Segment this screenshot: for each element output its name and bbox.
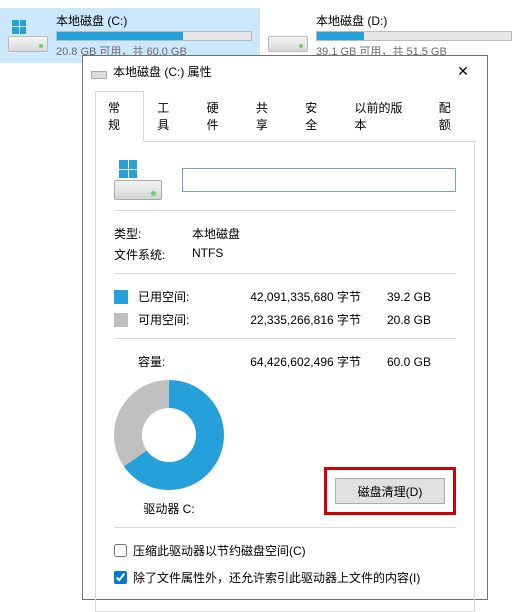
cleanup-highlight: 磁盘清理(D) <box>324 467 456 515</box>
drive-large-icon <box>114 160 162 200</box>
index-checkbox[interactable] <box>114 571 127 584</box>
drive-icon <box>91 63 107 79</box>
drive-icon <box>268 20 308 52</box>
used-label: 已用空间: <box>138 288 216 305</box>
used-gb: 39.2 GB <box>361 290 431 304</box>
tab-panel-general: 类型: 本地磁盘 文件系统: NTFS 已用空间: 42,091,335,680… <box>95 142 475 612</box>
disk-cleanup-button[interactable]: 磁盘清理(D) <box>335 478 445 504</box>
tab-hardware[interactable]: 硬件 <box>194 91 243 142</box>
compress-checkbox[interactable] <box>114 544 127 557</box>
tab-security[interactable]: 安全 <box>292 91 341 142</box>
tab-general[interactable]: 常规 <box>95 91 144 142</box>
used-swatch <box>114 290 128 304</box>
type-label: 类型: <box>114 225 192 242</box>
titlebar[interactable]: 本地磁盘 (C:) 属性 ✕ <box>83 56 487 86</box>
free-label: 可用空间: <box>138 311 216 328</box>
separator <box>114 210 456 211</box>
used-bytes: 42,091,335,680 字节 <box>216 288 361 305</box>
type-value: 本地磁盘 <box>192 225 240 242</box>
drive-name: 本地磁盘 (C:) <box>56 12 252 29</box>
index-checkbox-row[interactable]: 除了文件属性外，还允许索引此驱动器上文件的内容(I) <box>114 569 456 586</box>
usage-donut-chart <box>114 380 224 490</box>
drive-label-input[interactable] <box>182 168 456 192</box>
windows-flag-icon <box>119 160 137 178</box>
properties-dialog: 本地磁盘 (C:) 属性 ✕ 常规 工具 硬件 共享 安全 以前的版本 配额 类… <box>82 55 488 600</box>
tab-tools[interactable]: 工具 <box>144 91 193 142</box>
drive-letter-label: 驱动器 C: <box>143 500 194 517</box>
tabstrip: 常规 工具 硬件 共享 安全 以前的版本 配额 <box>95 90 475 142</box>
close-button[interactable]: ✕ <box>443 56 483 86</box>
capacity-label: 容量: <box>138 353 216 370</box>
compress-label: 压缩此驱动器以节约磁盘空间(C) <box>133 542 306 559</box>
separator <box>114 338 456 339</box>
tab-previous-versions[interactable]: 以前的版本 <box>341 91 425 142</box>
tab-quota[interactable]: 配额 <box>426 91 475 142</box>
separator <box>114 527 456 528</box>
drive-capacity-bar <box>56 31 252 41</box>
windows-flag-icon <box>12 20 26 34</box>
capacity-bytes: 64,426,602,496 字节 <box>216 353 361 370</box>
drive-name: 本地磁盘 (D:) <box>316 12 512 29</box>
free-bytes: 22,335,266,816 字节 <box>216 311 361 328</box>
index-label: 除了文件属性外，还允许索引此驱动器上文件的内容(I) <box>133 569 420 586</box>
free-gb: 20.8 GB <box>361 313 431 327</box>
dialog-title: 本地磁盘 (C:) 属性 <box>113 63 212 80</box>
separator <box>114 273 456 274</box>
filesystem-value: NTFS <box>192 246 223 263</box>
drive-icon <box>8 20 48 52</box>
free-swatch <box>114 313 128 327</box>
drive-capacity-bar <box>316 31 512 41</box>
capacity-gb: 60.0 GB <box>361 355 431 369</box>
tab-sharing[interactable]: 共享 <box>243 91 292 142</box>
compress-checkbox-row[interactable]: 压缩此驱动器以节约磁盘空间(C) <box>114 542 456 559</box>
filesystem-label: 文件系统: <box>114 246 192 263</box>
